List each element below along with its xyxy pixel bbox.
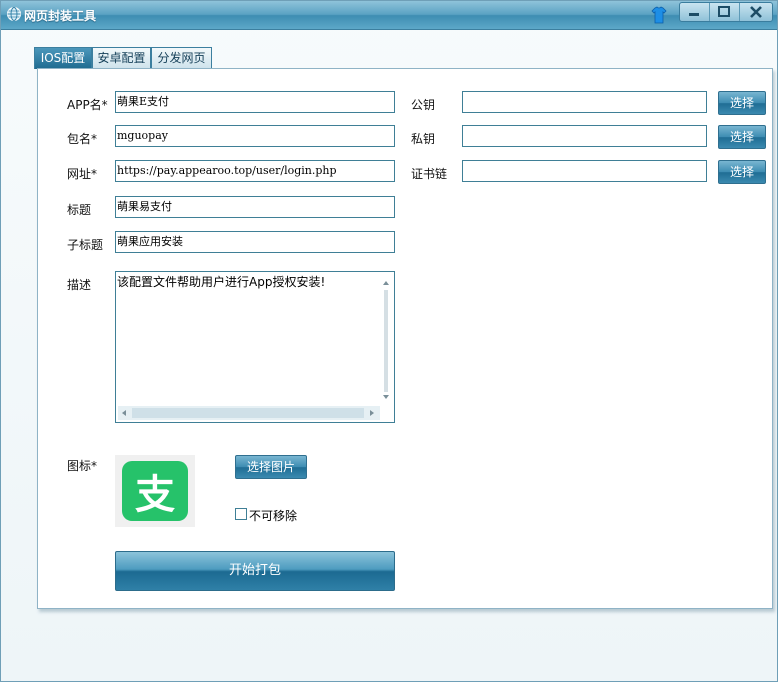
cert-chain-field[interactable]: [462, 160, 707, 182]
package-field[interactable]: mguopay: [115, 125, 395, 147]
title-label: 标题: [67, 203, 92, 217]
private-key-field[interactable]: [462, 125, 707, 147]
vertical-scrollbar[interactable]: [380, 274, 392, 406]
cert-chain-label: 证书链: [411, 167, 448, 181]
skin-shirt-icon[interactable]: [651, 6, 667, 24]
start-packaging-button[interactable]: 开始打包: [115, 551, 395, 591]
maximize-icon: [718, 6, 730, 17]
private-key-select-button[interactable]: 选择: [718, 125, 766, 149]
subtitle-field[interactable]: 萌果应用安装: [115, 231, 395, 253]
choose-image-button[interactable]: 选择图片: [235, 455, 307, 479]
tab-distribution-page[interactable]: 分发网页: [151, 47, 212, 68]
icon-label: 图标*: [67, 459, 98, 473]
minimize-icon: [689, 13, 699, 16]
app-icon-preview: 支: [115, 455, 195, 527]
minimize-button[interactable]: [680, 3, 710, 21]
subtitle-label: 子标题: [67, 238, 104, 252]
icon-glyph: 支: [135, 472, 175, 518]
description-label: 描述: [67, 278, 92, 292]
maximize-button[interactable]: [710, 3, 740, 21]
horizontal-scrollbar[interactable]: [118, 406, 380, 420]
title-field[interactable]: 萌果易支付: [115, 196, 395, 218]
window-controls: [679, 2, 773, 22]
app-name-field[interactable]: 萌果E支付: [115, 91, 395, 113]
description-text: 该配置文件帮助用户进行App授权安装!: [117, 275, 326, 289]
public-key-field[interactable]: [462, 91, 707, 113]
public-key-select-button[interactable]: 选择: [718, 91, 766, 115]
non-removable-label: 不可移除: [249, 509, 298, 523]
close-icon: [750, 6, 762, 18]
tab-ios-config[interactable]: IOS配置: [34, 47, 92, 69]
globe-icon: [7, 7, 21, 21]
cert-chain-select-button[interactable]: 选择: [718, 160, 766, 184]
url-label: 网址*: [67, 167, 98, 181]
close-button[interactable]: [740, 3, 772, 21]
window-title: 网页封装工具: [24, 9, 97, 23]
main-window: 网页封装工具 IOS配置 安卓配置 分发网页 APP名* 萌果E支付 包名* m…: [0, 0, 778, 682]
title-bar[interactable]: 网页封装工具: [1, 1, 777, 30]
non-removable-checkbox[interactable]: [235, 508, 247, 520]
description-textarea[interactable]: 该配置文件帮助用户进行App授权安装!: [115, 271, 395, 423]
private-key-label: 私钥: [411, 132, 436, 146]
url-field[interactable]: https://pay.appearoo.top/user/login.php: [115, 160, 395, 182]
public-key-label: 公钥: [411, 98, 436, 112]
tab-android-config[interactable]: 安卓配置: [92, 47, 151, 68]
app-name-label: APP名*: [67, 98, 108, 112]
package-label: 包名*: [67, 132, 98, 146]
alipay-icon: 支: [122, 461, 188, 521]
